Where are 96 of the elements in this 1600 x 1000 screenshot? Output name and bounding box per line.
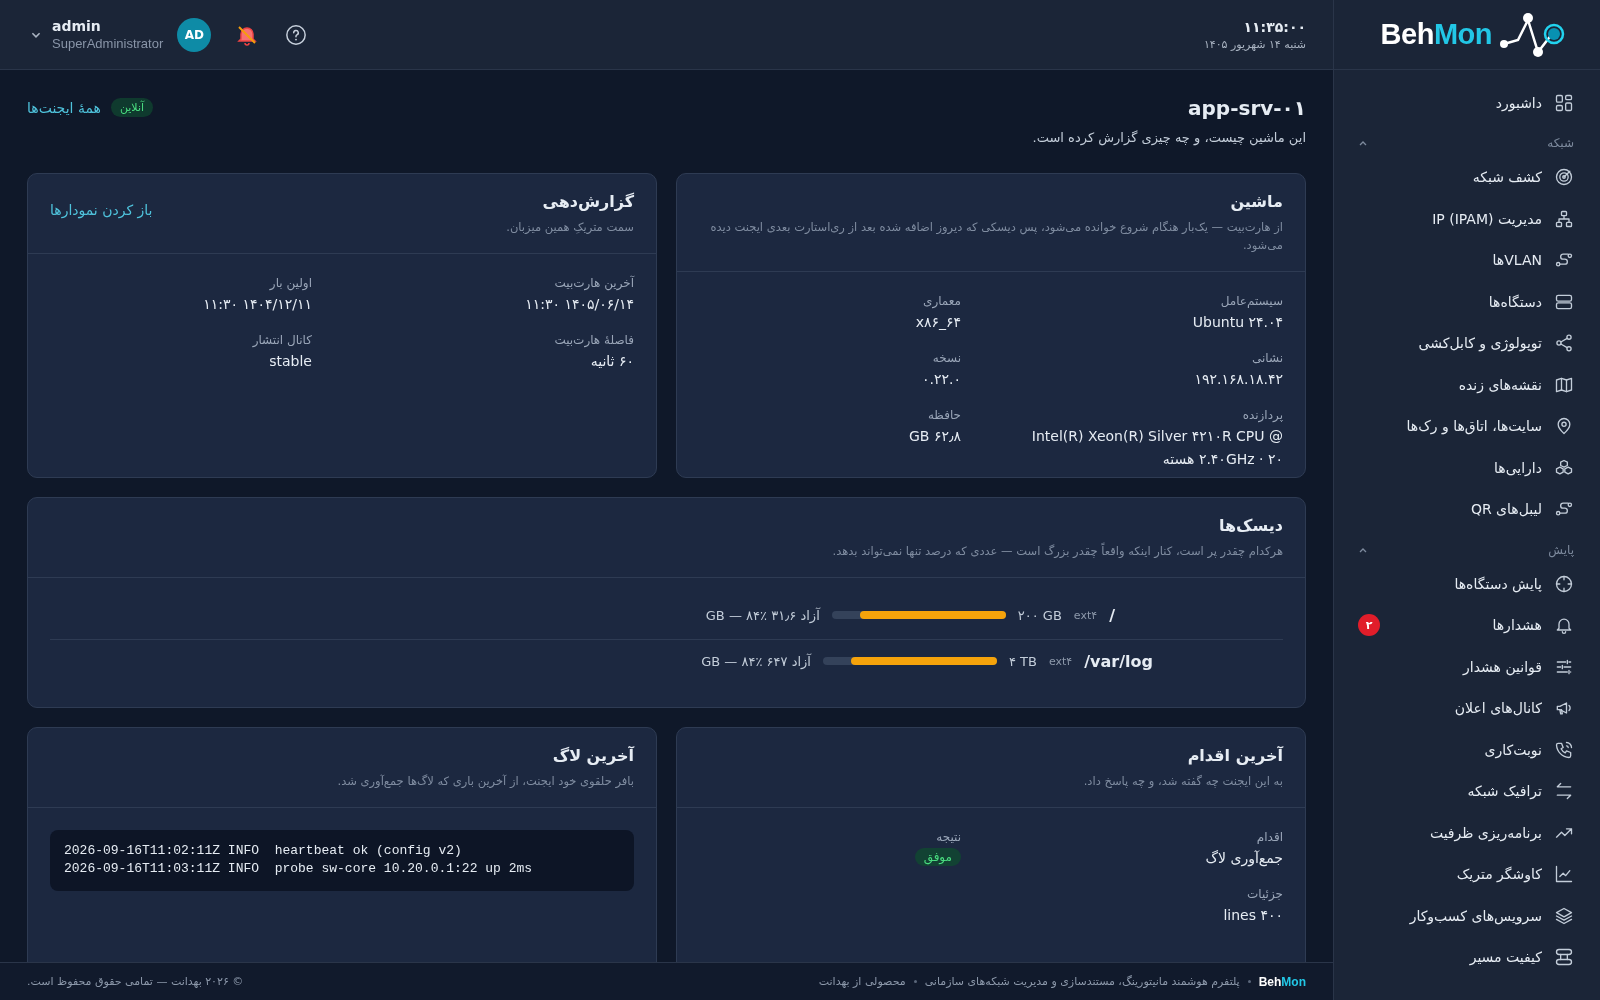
all-agents-link[interactable]: همهٔ ایجنت‌ها (27, 99, 101, 116)
nav-item[interactable]: توپولوژی و کابل‌کشی (1334, 322, 1600, 364)
nav-section-header[interactable]: شبکه (1334, 123, 1600, 157)
hierarchy-icon (1554, 208, 1574, 229)
nav-item[interactable]: کاوشگر متریک (1334, 853, 1600, 895)
field-value: Intel(R) Xeon(R) Silver ۴۲۱۰R CPU @ ۲.۴۰GHz · ۲۰ هسته (1030, 427, 1283, 469)
field-label: آخرین هارت‌بیت (553, 275, 634, 290)
card-title: ماشین (1229, 192, 1283, 211)
phone-icon (1554, 739, 1574, 760)
field-label: نتیجه (935, 829, 961, 844)
separator-dot-icon (1247, 980, 1251, 983)
field-value: ۶۲٫۸ GB (908, 427, 961, 447)
field-value: جمع‌آوری لاگ (1204, 848, 1283, 869)
footer-tagline: پلتفرم هوشمند مانیتورینگ، مستندسازی و مدیریت شبکه‌های سازمانی (924, 975, 1240, 988)
card-subtitle: هرکدام چقدر پر است، کنار اینکه واقعاً چقدر بزرگ است — عددی که درصد تنها نمی‌تواند بدهد. (832, 543, 1283, 560)
nav-item[interactable]: کشف شبکه (1334, 156, 1600, 198)
field-value: ۴۰۰ lines (1222, 906, 1283, 925)
field-label: معماری (922, 293, 961, 308)
nav-item[interactable]: برنامه‌ریزی ظرفیت (1334, 812, 1600, 854)
field-label: حافظه (926, 408, 961, 423)
nav-item[interactable]: قوانین هشدار (1334, 646, 1600, 688)
field-label: جزئیات (1246, 887, 1283, 901)
card-subtitle: از هارت‌بیت — یک‌بار هنگام شروع خوانده می‌شود، پس دیسکی که دیروز اضافه شده بعد از ری‌استارت بعدی ایجنت دیده می‌شود. (709, 219, 1283, 254)
nav-item[interactable]: مدیریت IP (IPAM) (1334, 198, 1600, 240)
log-line: 2026-09-16T11:02:11Z INFO heartbeat ok (config v2) (64, 841, 463, 860)
share-icon (1554, 333, 1574, 354)
user-avatar[interactable]: AD (177, 17, 212, 52)
field-value: ۱۹۲.۱۶۸.۱۸.۴۲ (1193, 370, 1283, 389)
brand-logo[interactable]: BehMon (1380, 18, 1492, 51)
filesystem-type: ext۴ (1048, 654, 1073, 668)
field-label: سیستم‌عامل (1219, 293, 1283, 308)
open-charts-link[interactable]: باز کردن نمودارها (50, 202, 153, 218)
nav-item[interactable]: VLANها (1334, 239, 1600, 281)
nav-item[interactable]: نوبت‌کاری (1334, 729, 1600, 771)
free-space: آزاد ۳۱٫۶ GB — ۸۴٪ (705, 607, 820, 623)
nav-item[interactable]: داشبورد (1334, 82, 1600, 124)
swap-arrows-icon (1554, 781, 1574, 802)
count-badge: ۲ (1358, 614, 1380, 637)
mount-path: / (1109, 605, 1115, 625)
nav-item[interactable]: کانال‌های اعلان (1334, 687, 1600, 729)
status-badge: آنلاین (110, 98, 153, 117)
field-label: اقدام (1255, 829, 1283, 844)
field-value: ۰.۲۲.۰ (921, 370, 961, 389)
filesystem-type: ext۴ (1073, 608, 1098, 622)
help-icon[interactable] (285, 23, 308, 46)
nav-item[interactable]: ترافیک شبکه (1334, 770, 1600, 812)
field-value: Ubuntu ۲۴.۰۴ (1191, 312, 1283, 332)
field-label: کانال انتشار (251, 333, 312, 348)
card-subtitle: به این ایجنت چه گفته شد، و چه پاسخ داد. (1083, 772, 1283, 790)
disk-size: ۲۰۰ GB (1017, 607, 1062, 623)
page-subtitle: این ماشین چیست، و چه چیزی گزارش کرده است. (1032, 130, 1306, 145)
card-subtitle: سمت متریکِ همین میزبان. (506, 219, 634, 236)
user-role: SuperAdministrator (52, 36, 164, 51)
field-value: ۱۴۰۴/۱۲/۱۱ ۱۱:۳۰ (202, 294, 312, 314)
clock-time: ۱۱:۳۵:۰۰ (1242, 18, 1306, 35)
field-value: ۱۴۰۵/۰۶/۱۴ ۱۱:۳۰ (524, 294, 634, 314)
page-title: app-srv-۰۱ (1187, 96, 1306, 120)
field-label: پردازنده (1241, 408, 1283, 423)
field-label: اولین بار (268, 275, 312, 290)
nav-item[interactable]: سرویس‌های کسب‌وکار (1334, 895, 1600, 937)
card-title: گزارش‌دهی (541, 192, 634, 211)
layers-icon (1554, 905, 1574, 926)
nav-item[interactable]: دارایی‌ها (1334, 447, 1600, 489)
footer-maker: محصولی از بهدانت (818, 975, 906, 988)
field-value: ۶۰ ثانیه (589, 352, 634, 372)
nav-item[interactable]: نقشه‌های زنده (1334, 364, 1600, 406)
nav-section-header[interactable]: پایش (1334, 530, 1600, 563)
card-title: دیسک‌ها (1218, 516, 1283, 535)
field-label: فاصلهٔ هارت‌بیت (553, 333, 634, 348)
grid-icon (1554, 92, 1574, 113)
nav-item[interactable]: هشدارها ۲ (1334, 604, 1600, 646)
radar-icon (1554, 167, 1574, 188)
mount-path: /var/log (1084, 651, 1153, 671)
nav-item[interactable]: کیفیت مسیر (1334, 936, 1600, 978)
card-subtitle: بافر حلقوی خود ایجنت، از آخرین باری که لاگ‌ها جمع‌آوری شد. (337, 772, 634, 790)
nav-item[interactable]: پایش دستگاه‌ها (1334, 563, 1600, 605)
clock-date: شنبه ۱۴ شهریور ۱۴۰۵ (1203, 37, 1306, 51)
field-value: x۸۶_۶۴ (914, 312, 961, 332)
field-value: stable (268, 352, 312, 372)
field-label: نسخه (931, 351, 961, 365)
line-chart-icon (1554, 864, 1574, 885)
card-title: آخرین لاگ (551, 745, 634, 765)
nav-item[interactable]: سایت‌ها، اتاق‌ها و رک‌ها (1334, 405, 1600, 447)
footer-brand: BehMon (1258, 974, 1306, 989)
crosshair-icon (1554, 573, 1574, 594)
disk-size: ۴ TB (1008, 653, 1037, 669)
nav-item[interactable]: لیبل‌های QR (1334, 488, 1600, 530)
separator-dot-icon (913, 980, 917, 983)
result-badge: موفق (914, 847, 961, 866)
nav-item[interactable]: دستگاه‌ها (1334, 281, 1600, 323)
field-label: نشانی (1250, 351, 1283, 365)
card-title: آخرین اقدام (1186, 745, 1283, 765)
free-space: آزاد ۶۴۷ GB — ۸۴٪ (701, 653, 811, 669)
log-line: 2026-09-16T11:03:11Z INFO probe sw-core 10.20.0.1:22 up 2ms (64, 860, 534, 879)
user-name: admin (52, 18, 102, 34)
copyright-text: © ۲۰۲۶ بهدانت — تمامی حقوق محفوظ است. (27, 975, 244, 988)
